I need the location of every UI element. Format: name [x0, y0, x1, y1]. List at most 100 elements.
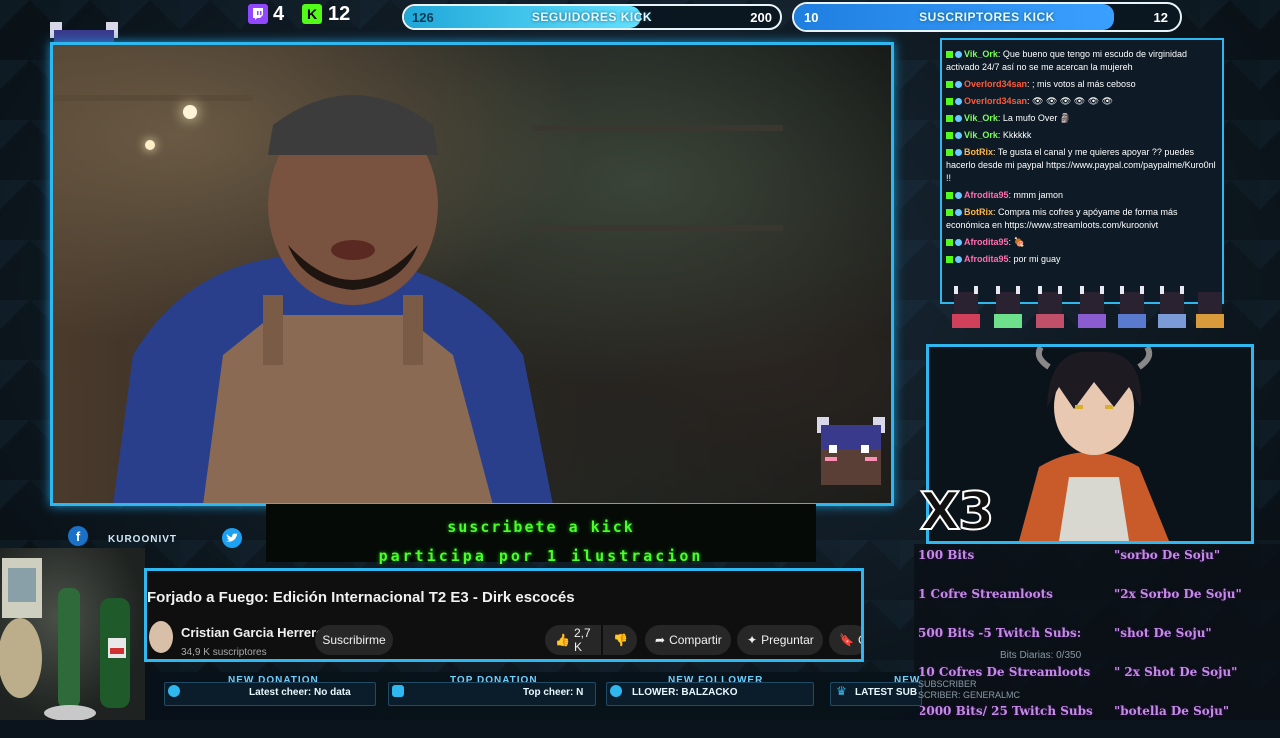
badge-icon — [955, 81, 962, 89]
share-icon: ➦ — [655, 633, 666, 647]
kick-badge-icon — [946, 209, 953, 217]
reward-name: " 2x Shot De Soju" — [1114, 665, 1238, 679]
reward-name: "shot De Soju" — [1114, 626, 1212, 640]
donation-icon — [168, 685, 180, 697]
subscriber-name: SCRIBER: GENERALMC — [918, 690, 1021, 700]
badge-icon — [955, 51, 962, 59]
kick-icon: K — [302, 4, 322, 24]
reward-row: 1 Cofre Streamloots "2x Sorbo De Soju" — [918, 587, 1268, 621]
video-frame[interactable] — [50, 42, 894, 506]
badge-icon — [955, 192, 962, 200]
top-cheer: Top cheer: N — [523, 687, 584, 698]
latest-cheer: Latest cheer: No data — [249, 687, 351, 698]
chat-message: Vik_Ork: Kkkkkk — [942, 127, 1222, 144]
dislike-button[interactable]: 👎 — [603, 625, 637, 655]
chat-username[interactable]: Afrodita95 — [964, 254, 1009, 264]
badge-icon — [955, 239, 962, 247]
chat-text: : por mi guay — [1008, 254, 1061, 264]
chat-message-list: Vik_Ork: Que bueno que tengo mi escudo d… — [942, 40, 1222, 268]
channel-name[interactable]: Cristian Garcia Herrero — [181, 625, 324, 640]
multiplier-label: X3 — [919, 481, 995, 543]
subscribe-button[interactable]: Suscribirme — [315, 625, 393, 655]
reward-cost: 500 Bits -5 Twitch Subs: — [918, 626, 1082, 640]
subs-goal-target: 12 — [1153, 9, 1168, 25]
kick-badge-icon — [946, 132, 953, 140]
crown-icon: ♛ — [836, 684, 847, 698]
save-label: G — [858, 633, 861, 647]
twitch-viewer-count: 4 — [273, 3, 285, 25]
thumbs-up-icon: 👍 — [555, 633, 570, 647]
chat-username[interactable]: BotRix — [964, 147, 993, 157]
video-scene — [53, 45, 891, 503]
kick-badge-icon — [946, 115, 953, 123]
chat-username[interactable]: Vik_Ork — [964, 130, 998, 140]
top-donation-icon — [392, 685, 404, 697]
facebook-icon[interactable]: f — [68, 526, 88, 546]
kick-badge-icon — [946, 256, 953, 264]
reward-row: 100 Bits "sorbo De Soju" — [918, 548, 1268, 582]
twitch-icon — [248, 4, 268, 24]
ask-label: Preguntar — [761, 633, 814, 647]
kick-badge-icon — [946, 192, 953, 200]
subs-goal-bar: 10 SUSCRIPTORES KICK 12 — [792, 2, 1182, 32]
channel-avatar[interactable] — [149, 621, 173, 653]
chat-message: Vik_Ork: La mufo Over 🗿 — [942, 110, 1222, 127]
followers-goal-target: 200 — [750, 9, 772, 25]
kick-badge-icon — [946, 239, 953, 247]
subscriber-count: 34,9 K suscriptores — [181, 647, 267, 658]
chat-message: Vik_Ork: Que bueno que tengo mi escudo d… — [942, 46, 1222, 76]
bits-daily: Bits Diarias: 0/350 — [1000, 650, 1082, 661]
chat-message: Afrodita95: mmm jamon — [942, 187, 1222, 204]
chat-username[interactable]: Vik_Ork — [964, 49, 998, 59]
subscriber-prefix: SUBSCRIBER — [918, 679, 977, 689]
followers-goal-bar: 126 SEGUIDORES KICK 200 — [402, 4, 782, 30]
bookmark-icon: 🔖 — [839, 633, 854, 647]
chat-username[interactable]: Vik_Ork — [964, 113, 998, 123]
chat-panel[interactable]: Vik_Ork: Que bueno que tengo mi escudo d… — [940, 38, 1224, 304]
kick-badge-icon — [946, 98, 953, 106]
subscribe-banner: suscribete a kick participa por 1 ilustr… — [266, 504, 816, 565]
save-button[interactable]: 🔖 G — [829, 625, 861, 655]
video-title[interactable]: Forjado a Fuego: Edición Internacional T… — [147, 589, 575, 606]
chat-message: BotRix: Compra mis cofres y apóyame de f… — [942, 204, 1222, 234]
subs-goal-label: SUSCRIPTORES KICK — [919, 10, 1055, 24]
like-button[interactable]: 👍 2,7 K — [545, 625, 601, 655]
reward-row: 500 Bits -5 Twitch Subs: "shot De Soju" — [918, 626, 1268, 660]
social-handle: KUROONIVT — [108, 534, 177, 545]
badge-icon — [955, 115, 962, 123]
chat-text: : 👁 👁 👁 👁 👁 👁 — [1027, 96, 1114, 106]
reward-cost: 2000 Bits/ 25 Twitch Subs — [918, 704, 1093, 718]
chat-message: Afrodita95: por mi guay — [942, 251, 1222, 268]
twitter-icon[interactable] — [222, 528, 242, 548]
ask-button[interactable]: ✦ Preguntar — [737, 625, 823, 655]
badge-icon — [955, 209, 962, 217]
like-count: 2,7 K — [573, 626, 591, 654]
youtube-panel: Forjado a Fuego: Edición Internacional T… — [144, 568, 864, 662]
follower-name: LLOWER: BALZACKO — [632, 687, 738, 698]
badge-icon — [955, 98, 962, 106]
chat-text: : ; mis votos al más ceboso — [1027, 79, 1136, 89]
chat-username[interactable]: Afrodita95 — [964, 237, 1009, 247]
chat-username[interactable]: Overlord34san — [964, 79, 1027, 89]
latest-sub-label: LATEST SUB — [855, 687, 918, 698]
banner-line-1: suscribete a kick — [447, 518, 635, 536]
reward-row: 2000 Bits/ 25 Twitch Subs "botella De Soj… — [918, 704, 1268, 738]
chat-message: Afrodita95: 🍖 — [942, 234, 1222, 251]
followers-goal-label: SEGUIDORES KICK — [531, 10, 653, 24]
reward-cost: 100 Bits — [918, 548, 975, 562]
follower-icon — [610, 685, 622, 697]
chat-message: Overlord34san: 👁 👁 👁 👁 👁 👁 — [942, 93, 1222, 110]
thumbs-down-icon: 👎 — [613, 633, 628, 647]
badge-icon — [955, 132, 962, 140]
sparkle-icon: ✦ — [747, 633, 758, 647]
kick-badge-icon — [946, 51, 953, 59]
kick-badge-icon — [946, 149, 953, 157]
chat-username[interactable]: Afrodita95 — [964, 190, 1009, 200]
share-button[interactable]: ➦ Compartir — [645, 625, 731, 655]
chat-message: BotRix: Te gusta el canal y me quieres a… — [942, 144, 1222, 187]
chat-text: : La mufo Over 🗿 — [997, 113, 1072, 123]
reward-name: "sorbo De Soju" — [1114, 548, 1221, 562]
chat-username[interactable]: Overlord34san — [964, 96, 1027, 106]
chat-username[interactable]: BotRix — [964, 207, 993, 217]
reward-cost: 10 Cofres De Streamloots — [918, 665, 1091, 679]
